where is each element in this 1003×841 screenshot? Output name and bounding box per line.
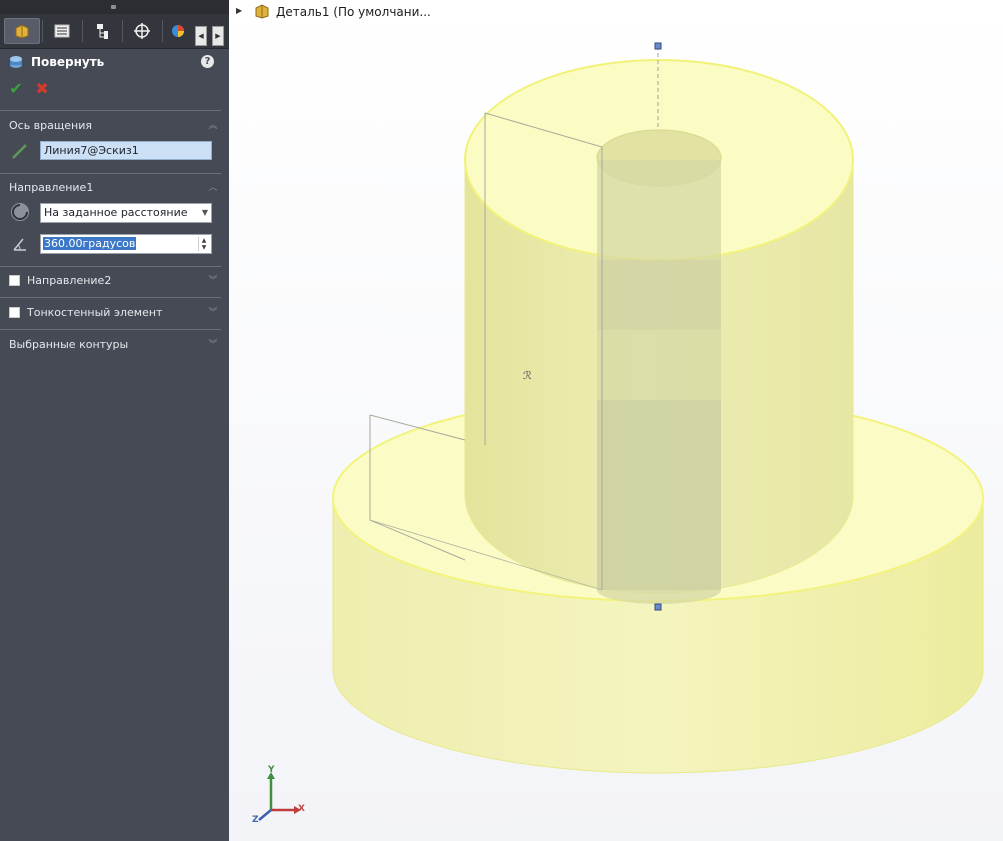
chevron-down-icon: ▼ <box>201 208 208 217</box>
property-list-icon <box>54 24 70 38</box>
dimxpert-manager-tab[interactable] <box>124 18 160 44</box>
direction2-checkbox[interactable] <box>9 275 20 286</box>
section-divider <box>0 110 221 111</box>
configuration-icon <box>97 24 108 39</box>
revolve-icon <box>10 56 22 68</box>
reference-triad: Y X Z <box>249 762 319 832</box>
section-divider <box>0 329 221 330</box>
display-manager-tab[interactable] <box>166 18 190 44</box>
feature-title: Повернуть <box>8 54 104 70</box>
panel-grip[interactable] <box>0 0 229 14</box>
triad-z-label: Z <box>252 815 259 825</box>
collapse-icon[interactable]: ︾ <box>207 340 219 350</box>
help-icon[interactable]: ? <box>201 55 214 68</box>
feature-manager-tab[interactable] <box>4 18 40 44</box>
axis-section-header[interactable]: Ось вращения <box>9 119 92 132</box>
property-manager-panel: ◀ ▶ Повернуть ? ✔ ✖ Ось вращения ︽ Линия… <box>0 0 229 841</box>
reverse-direction-icon[interactable] <box>9 201 31 223</box>
angle-icon <box>9 233 31 255</box>
svg-text:ℛ: ℛ <box>523 369 532 382</box>
close-icon: ✖ <box>35 79 49 98</box>
collapse-icon[interactable]: ︽ <box>207 121 219 131</box>
direction2-label: Направление2 <box>27 274 112 287</box>
section-divider <box>0 266 221 267</box>
axis-triad-icon <box>258 772 301 821</box>
tabs-scroll-left-button[interactable]: ◀ <box>195 26 207 46</box>
appearance-pie-icon <box>172 25 184 37</box>
grip-dot <box>111 5 116 9</box>
manager-tabs-toolbar: ◀ ▶ <box>0 14 229 49</box>
dimxpert-icon <box>134 23 150 39</box>
chevron-left-icon: ◀ <box>198 32 204 40</box>
triad-y-label: Y <box>268 765 275 775</box>
axis-line-icon <box>9 140 31 162</box>
end-condition-value: На заданное расстояние <box>44 206 188 219</box>
cancel-button[interactable]: ✖ <box>33 80 51 98</box>
feature-title-label: Повернуть <box>31 55 105 69</box>
tabs-scroll-right-button[interactable]: ▶ <box>212 26 224 46</box>
section-divider <box>0 173 221 174</box>
part-tree-icon <box>15 24 29 39</box>
property-manager-tab[interactable] <box>44 18 80 44</box>
part-name-label[interactable]: Деталь1 (По умолчани... <box>276 5 431 19</box>
collapse-icon[interactable]: ︾ <box>207 308 219 318</box>
angle-input[interactable]: 360.00градусов ▲ ▼ <box>40 234 212 254</box>
thin-feature-checkbox[interactable] <box>9 307 20 318</box>
end-condition-select[interactable]: На заданное расстояние ▼ <box>40 203 212 223</box>
axis-of-revolution-field[interactable]: Линия7@Эскиз1 <box>40 141 212 160</box>
collapse-icon[interactable]: ︿ <box>207 183 219 193</box>
ok-button[interactable]: ✔ <box>7 80 25 98</box>
part-icon <box>255 4 269 19</box>
direction1-section-header[interactable]: Направление1 <box>9 181 93 194</box>
checkmark-icon: ✔ <box>9 79 23 98</box>
configuration-manager-tab[interactable] <box>84 18 120 44</box>
collapse-icon[interactable]: ︾ <box>207 276 219 286</box>
section-divider <box>0 297 221 298</box>
graphics-viewport[interactable]: ℛ ▶ Деталь1 (По умолчани... Y X Z <box>229 0 1003 841</box>
tree-expand-arrow[interactable]: ▶ <box>236 6 242 15</box>
triad-x-label: X <box>298 804 305 814</box>
angle-value: 360.00градусов <box>43 237 137 250</box>
selected-contours-header[interactable]: Выбранные контуры <box>9 338 128 351</box>
chevron-right-icon: ▶ <box>215 32 221 40</box>
revolve-preview-model: ℛ <box>229 0 1003 841</box>
thin-feature-label: Тонкостенный элемент <box>27 306 163 319</box>
angle-spinner[interactable]: ▲ ▼ <box>198 237 209 251</box>
